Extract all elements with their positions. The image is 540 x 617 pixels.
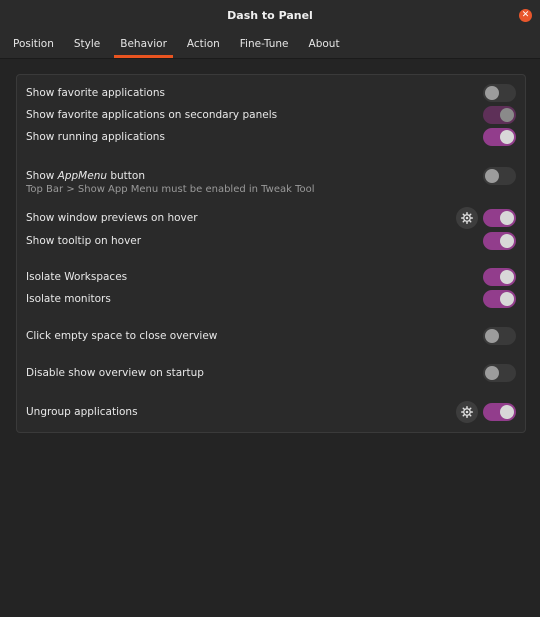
behavior-settings-panel: Show favorite applications Show favorite… [16,74,526,433]
show-running-toggle[interactable] [483,128,516,146]
setting-label: Show AppMenu button [26,170,145,182]
tab-behavior[interactable]: Behavior [110,30,177,58]
title-bar: Dash to Panel ✕ [0,0,540,30]
setting-row-disable-overview: Disable show overview on startup [26,364,516,384]
setting-label: Isolate monitors [26,293,111,305]
setting-row-isolate-monitors: Isolate monitors [26,290,516,310]
close-button[interactable]: ✕ [519,9,532,22]
gear-icon [461,212,473,224]
appmenu-toggle[interactable] [483,167,516,185]
setting-label: Show running applications [26,131,165,143]
setting-label: Show favorite applications [26,87,165,99]
window-previews-settings-button[interactable] [456,207,478,229]
tab-about[interactable]: About [299,30,350,58]
setting-row-isolate-workspaces: Isolate Workspaces [26,268,516,288]
setting-label: Show favorite applications on secondary … [26,109,278,121]
click-empty-toggle[interactable] [483,327,516,345]
favorites-secondary-toggle[interactable] [483,106,516,124]
setting-row-show-favorites: Show favorite applications [26,84,516,104]
isolate-workspaces-toggle[interactable] [483,268,516,286]
setting-row-appmenu: Show AppMenu button Top Bar > Show App M… [26,167,516,197]
setting-row-tooltip: Show tooltip on hover [26,232,516,252]
setting-row-favorites-secondary: Show favorite applications on secondary … [26,106,516,126]
disable-overview-toggle[interactable] [483,364,516,382]
tab-fine-tune[interactable]: Fine-Tune [230,30,299,58]
setting-row-ungroup: Ungroup applications [26,401,516,423]
tab-style[interactable]: Style [64,30,110,58]
isolate-monitors-toggle[interactable] [483,290,516,308]
tab-action[interactable]: Action [177,30,230,58]
setting-label: Disable show overview on startup [26,367,204,379]
ungroup-toggle[interactable] [483,403,516,421]
close-icon: ✕ [521,10,530,20]
setting-label: Isolate Workspaces [26,271,128,283]
setting-label: Ungroup applications [26,406,138,418]
window-title: Dash to Panel [227,8,313,22]
setting-row-window-previews: Show window previews on hover [26,207,516,229]
tab-position[interactable]: Position [3,30,64,58]
show-favorites-toggle[interactable] [483,84,516,102]
setting-row-show-running: Show running applications [26,128,516,148]
setting-label: Show window previews on hover [26,212,198,224]
window-previews-toggle[interactable] [483,209,516,227]
ungroup-settings-button[interactable] [456,401,478,423]
setting-row-click-empty: Click empty space to close overview [26,327,516,347]
gear-icon [461,406,473,418]
tooltip-toggle[interactable] [483,232,516,250]
setting-note: Top Bar > Show App Menu must be enabled … [26,184,315,195]
setting-label: Show tooltip on hover [26,235,142,247]
setting-label: Click empty space to close overview [26,330,218,342]
tab-bar: Position Style Behavior Action Fine-Tune… [0,30,540,59]
